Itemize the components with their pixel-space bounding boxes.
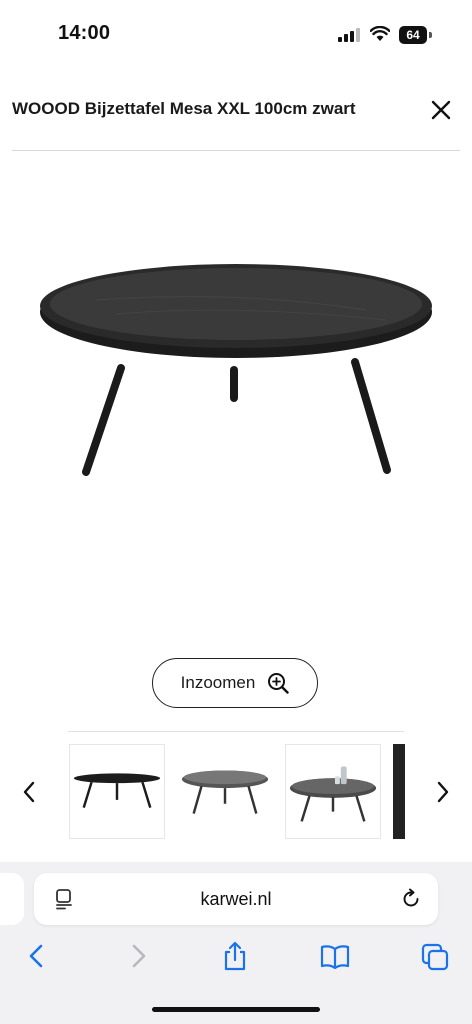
product-title: WOOOD Bijzettafel Mesa XXL 100cm zwart (12, 99, 356, 118)
battery-indicator: 64 (399, 26, 433, 44)
reload-icon[interactable] (400, 888, 422, 910)
battery-tip (429, 32, 432, 38)
home-indicator (152, 1007, 320, 1012)
thumbnail-4[interactable] (393, 744, 405, 839)
thumbnail-2-image (181, 770, 269, 814)
chevron-left-icon[interactable] (22, 780, 36, 804)
chevron-right-icon[interactable] (436, 780, 450, 804)
thumbnail-3[interactable] (285, 744, 381, 839)
back-icon[interactable] (22, 940, 52, 972)
thumbnail-1[interactable] (69, 744, 165, 839)
cellular-signal-icon (338, 28, 360, 42)
bookmarks-icon[interactable] (320, 940, 350, 972)
battery-level: 64 (399, 26, 427, 44)
page-menu-icon[interactable] (54, 888, 74, 910)
product-image[interactable] (36, 250, 436, 480)
zoom-button-label: Inzoomen (180, 673, 256, 692)
share-icon[interactable] (220, 940, 250, 972)
wifi-icon (370, 26, 390, 41)
status-time: 14:00 (58, 22, 111, 44)
zoom-button[interactable]: Inzoomen (152, 658, 318, 708)
gallery-divider (68, 731, 404, 732)
close-icon[interactable] (428, 97, 454, 123)
thumbnail-2[interactable] (177, 744, 273, 839)
address-bar-url[interactable]: karwei.nl (34, 873, 438, 925)
zoom-in-icon (268, 673, 290, 694)
thumbnail-3-image (289, 766, 377, 822)
tabs-icon[interactable] (420, 940, 450, 972)
thumbnail-1-image (73, 773, 161, 809)
previous-tab-peek[interactable] (0, 873, 24, 925)
header-divider (12, 150, 460, 151)
forward-icon[interactable] (124, 940, 154, 972)
